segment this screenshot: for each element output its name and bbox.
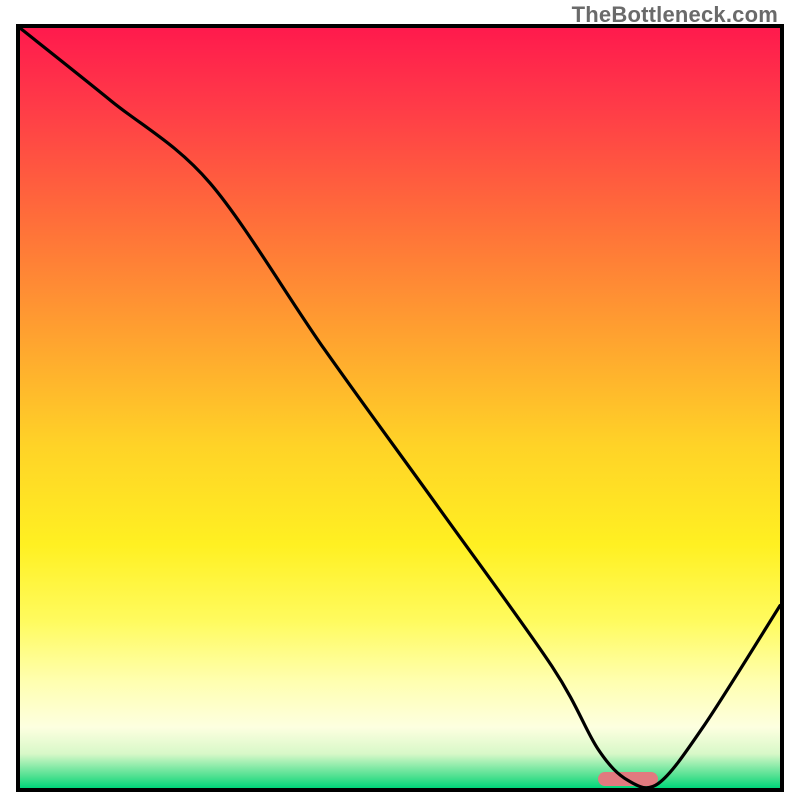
curve-layer	[20, 28, 780, 788]
bottleneck-curve	[20, 28, 780, 788]
watermark-label: TheBottleneck.com	[572, 2, 778, 28]
plot-frame	[20, 28, 780, 788]
